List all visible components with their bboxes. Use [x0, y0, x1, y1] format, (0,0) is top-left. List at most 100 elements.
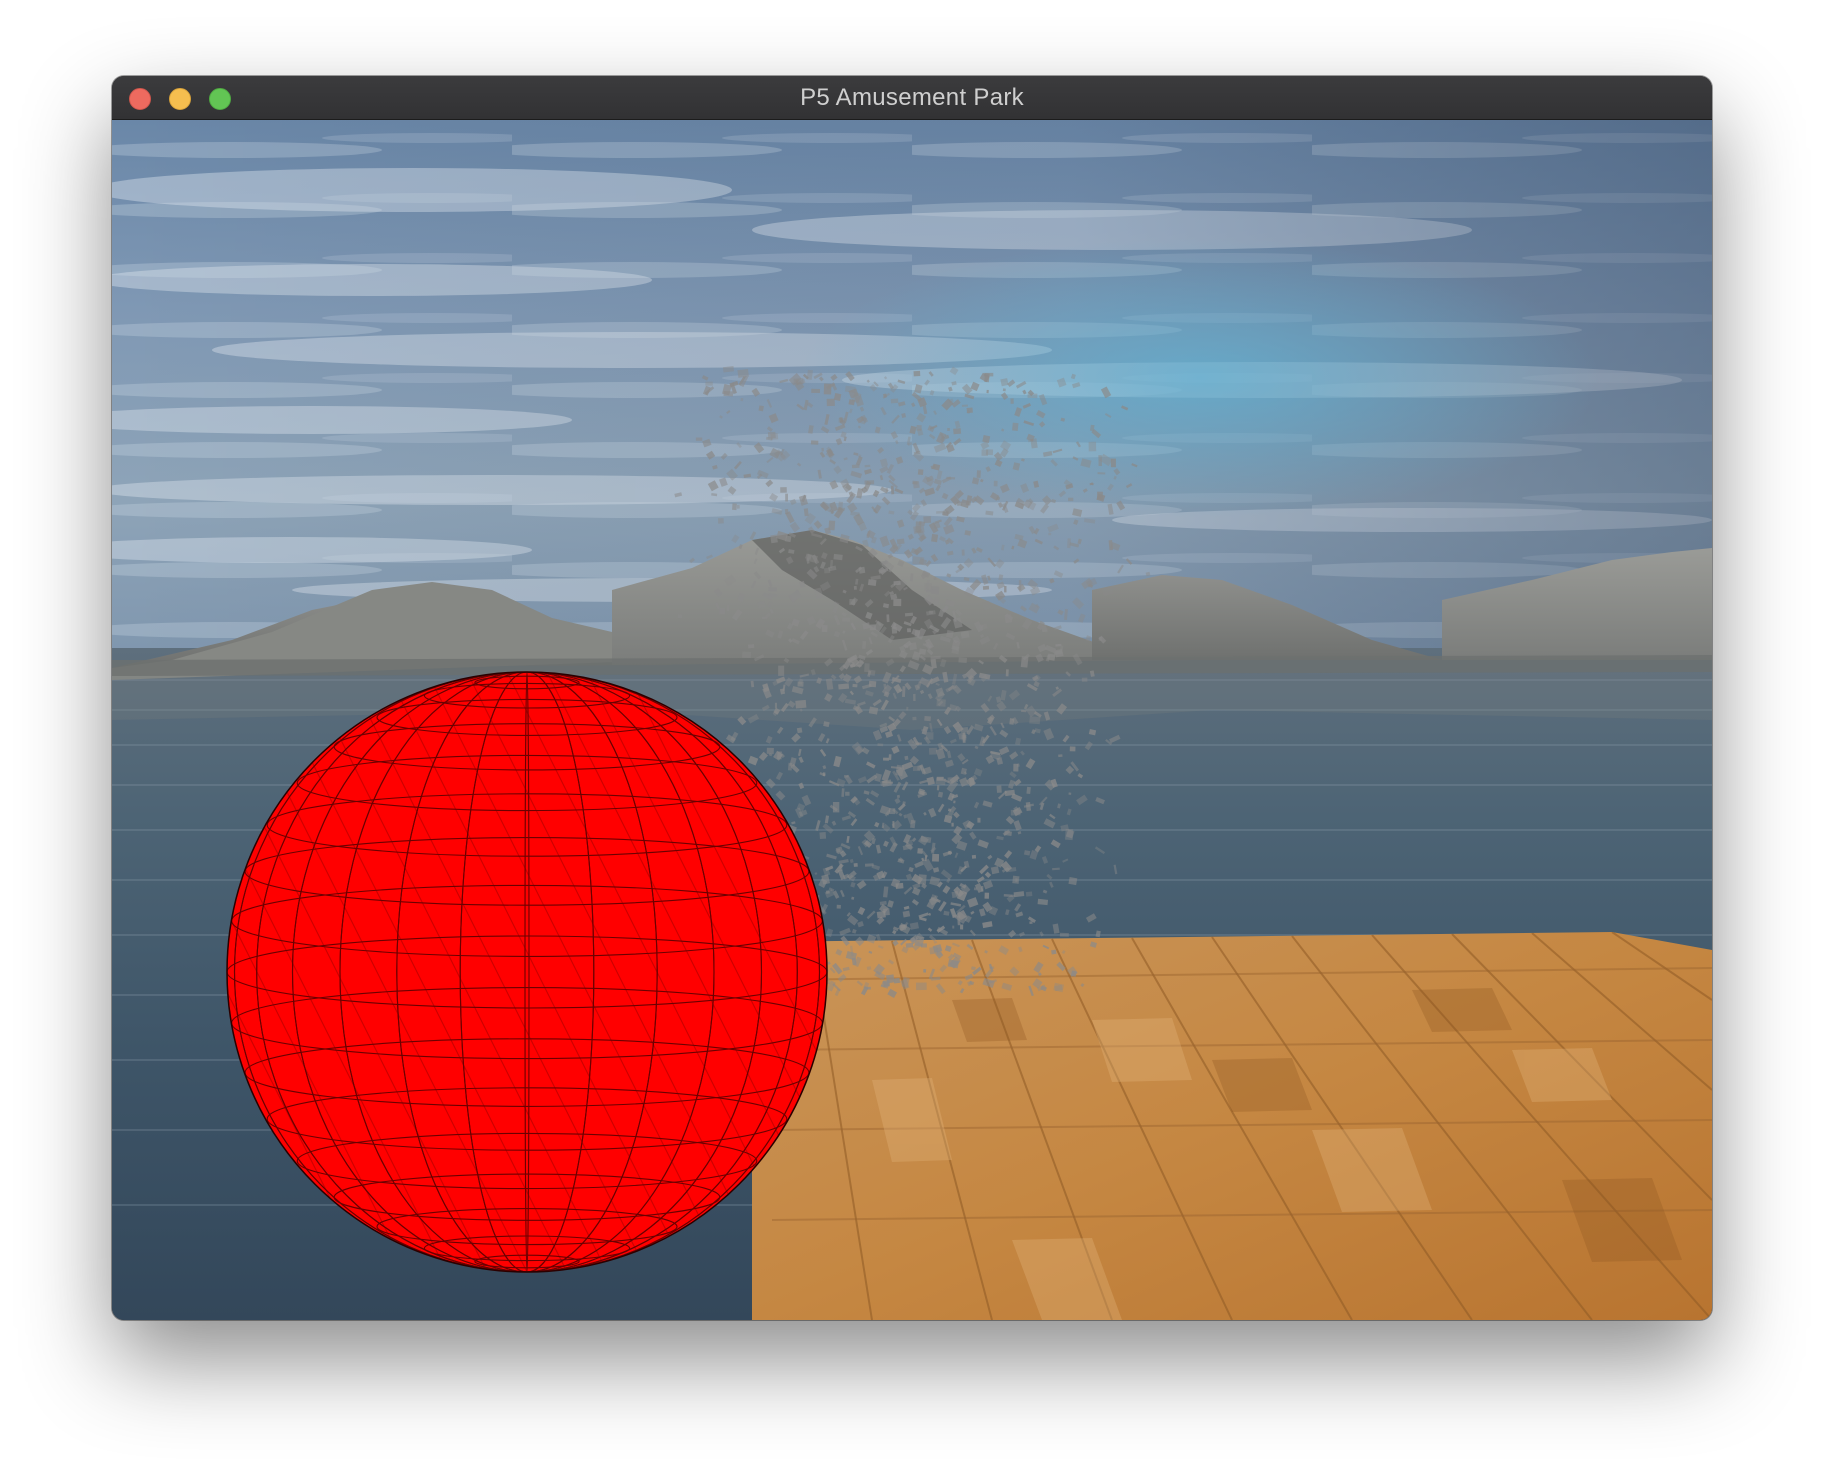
particle: [778, 665, 785, 676]
particle: [917, 848, 923, 854]
particle: [826, 398, 835, 407]
particle: [923, 516, 932, 524]
particle: [952, 925, 955, 929]
particle: [851, 464, 860, 469]
particle: [832, 802, 840, 813]
particle: [833, 393, 842, 401]
particle: [736, 504, 740, 509]
particle: [1012, 875, 1020, 884]
particle: [951, 822, 954, 827]
particle: [833, 553, 843, 561]
window-title: P5 Amusement Park: [800, 84, 1024, 111]
particle: [996, 785, 1002, 793]
particle: [953, 800, 956, 804]
particle: [868, 680, 877, 688]
particle: [960, 631, 970, 639]
particle: [935, 777, 947, 786]
particle: [946, 629, 954, 639]
particle: [757, 600, 766, 609]
particle: [913, 370, 921, 377]
particle: [1012, 422, 1019, 431]
particle: [737, 368, 749, 378]
particle: [796, 727, 803, 734]
particle: [1026, 786, 1031, 795]
sketch-canvas[interactable]: [112, 120, 1712, 1320]
particle: [719, 608, 726, 615]
particle: [1081, 677, 1088, 682]
particle: [896, 794, 901, 799]
particle: [758, 405, 764, 412]
particle: [902, 910, 911, 918]
particle: [811, 388, 820, 394]
particle: [810, 440, 819, 445]
particle: [1029, 716, 1041, 725]
particle: [748, 644, 755, 649]
particle: [797, 681, 804, 687]
particle: [893, 977, 901, 984]
particle: [947, 777, 959, 783]
particle: [993, 480, 998, 487]
particle: [976, 470, 981, 478]
particle: [838, 683, 850, 690]
particle: [795, 699, 807, 709]
particle: [923, 968, 927, 973]
particle: [1068, 792, 1072, 795]
particle: [961, 549, 965, 556]
particle: [902, 686, 906, 697]
particle: [774, 702, 777, 709]
particle: [852, 683, 858, 688]
particle: [888, 808, 896, 815]
particle: [1067, 538, 1071, 549]
particle: [953, 428, 962, 435]
particle: [726, 604, 730, 612]
particle: [912, 480, 918, 485]
particle: [933, 597, 940, 607]
particle: [1004, 586, 1007, 593]
title-bar[interactable]: P5 Amusement Park: [112, 76, 1712, 120]
particle: [869, 624, 876, 631]
particle: [1037, 898, 1049, 906]
particle: [960, 924, 964, 930]
particle: [1010, 398, 1014, 404]
particle: [912, 716, 917, 721]
particle: [931, 533, 939, 543]
particle: [982, 585, 990, 590]
particle: [892, 821, 895, 828]
particle: [1088, 441, 1097, 452]
particle: [845, 791, 850, 796]
particle: [853, 585, 857, 590]
particle: [770, 534, 778, 544]
particle: [984, 892, 990, 899]
particle: [936, 785, 940, 791]
particle: [901, 924, 908, 929]
particle: [677, 614, 682, 619]
particle: [981, 449, 989, 456]
app-window: P5 Amusement Park: [112, 76, 1712, 1320]
particle: [825, 890, 830, 894]
particle: [784, 508, 789, 515]
particle: [867, 579, 877, 586]
particle: [924, 716, 931, 722]
particle: [853, 863, 858, 867]
particle: [1068, 497, 1074, 502]
particle: [1097, 472, 1106, 475]
particle: [896, 538, 905, 545]
particle: [951, 645, 960, 655]
particle: [732, 503, 737, 511]
particle: [929, 946, 939, 955]
particle: [883, 980, 890, 987]
particle: [1020, 656, 1029, 668]
particle: [947, 428, 950, 431]
particle: [913, 693, 916, 702]
particle: [986, 389, 989, 394]
particle: [821, 624, 828, 633]
particle: [705, 381, 713, 386]
particle: [842, 617, 851, 622]
particle: [866, 986, 871, 990]
particle: [819, 832, 827, 840]
particle: [984, 373, 990, 383]
particle: [1069, 746, 1076, 752]
particle: [1000, 378, 1009, 387]
particle: [1027, 393, 1038, 399]
particle: [785, 493, 788, 502]
